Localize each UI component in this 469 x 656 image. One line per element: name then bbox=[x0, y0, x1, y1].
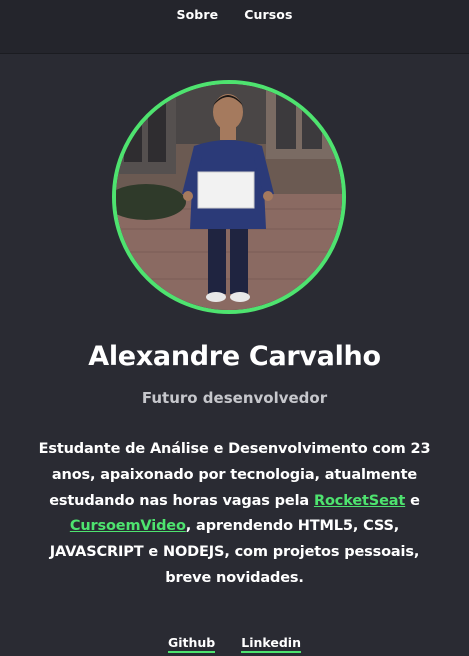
cursoemvideo-link[interactable]: CursoemVideo bbox=[70, 518, 186, 534]
profile-photo bbox=[112, 80, 346, 314]
profile-subtitle: Futuro desenvolvedor bbox=[141, 389, 328, 407]
nav-link-cursos[interactable]: Cursos bbox=[244, 7, 292, 22]
github-link[interactable]: Github bbox=[167, 635, 216, 653]
top-navigation: Sobre Cursos bbox=[0, 0, 469, 54]
footer-links: Github Linkedin bbox=[0, 635, 469, 653]
profile-name: Alexandre Carvalho bbox=[88, 341, 381, 372]
nav-link-sobre[interactable]: Sobre bbox=[177, 7, 219, 22]
bio-paragraph: Estudante de Análise e Desenvolvimento c… bbox=[30, 437, 439, 592]
rocketseat-link[interactable]: RocketSeat bbox=[314, 493, 405, 509]
bio-connector: e bbox=[405, 492, 420, 509]
linkedin-link[interactable]: Linkedin bbox=[241, 635, 301, 653]
